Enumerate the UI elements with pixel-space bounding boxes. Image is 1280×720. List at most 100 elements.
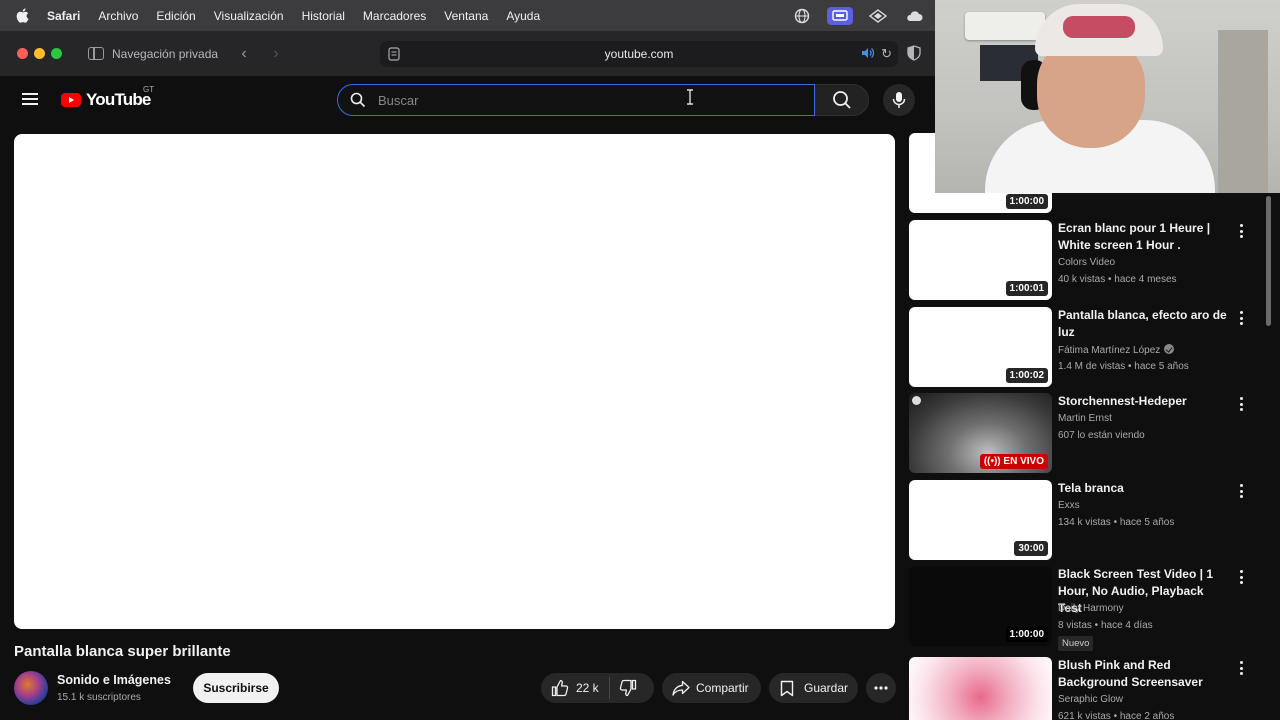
zoom-window-button[interactable]	[51, 48, 62, 59]
recommendation-meta: 40 k vistas • hace 4 meses	[1058, 274, 1177, 285]
more-options-icon[interactable]	[1240, 397, 1244, 411]
safari-toolbar: Navegación privada ‹ › youtube.com ↻	[0, 31, 935, 77]
subscriber-count: 15.1 k suscriptores	[57, 692, 141, 703]
subscribe-button[interactable]: Suscribirse	[193, 673, 279, 703]
search-input[interactable]	[378, 92, 798, 108]
forward-arrow-icon[interactable]: ›	[270, 45, 282, 63]
globe-icon[interactable]	[791, 7, 813, 25]
channel-name[interactable]: Sonido e Imágenes	[57, 673, 171, 687]
screen-mirror-icon[interactable]	[827, 6, 853, 25]
minimize-window-button[interactable]	[34, 48, 45, 59]
text-cursor-icon	[685, 89, 695, 105]
privacy-shield-icon[interactable]	[907, 45, 921, 66]
recommendation-thumbnail[interactable]: 1:00:00	[909, 566, 1052, 646]
video-duration: 1:00:00	[1005, 194, 1048, 209]
like-dislike-group: 22 k	[541, 673, 654, 703]
webcam-overlay	[935, 0, 1280, 193]
recommendation-meta: 8 vistas • hace 4 días	[1058, 620, 1153, 631]
recommendation-title[interactable]: Ecran blanc pour 1 Heure | White screen …	[1058, 220, 1230, 254]
apple-icon[interactable]	[16, 8, 30, 24]
recommendation-title[interactable]: Tela branca	[1058, 480, 1230, 497]
recommendation-thumbnail[interactable]	[909, 657, 1052, 720]
recommendation-thumbnail[interactable]: ((•)) EN VIVO	[909, 393, 1052, 473]
more-options-icon[interactable]	[1240, 661, 1244, 675]
recommendation-thumbnail[interactable]: 30:00	[909, 480, 1052, 560]
video-duration: 1:00:01	[1005, 281, 1048, 296]
camera-overlay-icon	[912, 396, 921, 405]
more-options-icon[interactable]	[1240, 484, 1244, 498]
country-code: GT	[143, 85, 155, 94]
page-menu-icon[interactable]	[388, 47, 400, 61]
screen: Safari Archivo Edición Visualización His…	[0, 0, 1280, 720]
share-icon	[672, 680, 690, 696]
menu-visualizacion[interactable]: Visualización	[214, 9, 284, 23]
like-count: 22 k	[576, 681, 599, 695]
cloud-icon[interactable]	[903, 7, 925, 25]
save-button[interactable]: Guardar	[769, 673, 858, 703]
verified-check-icon	[1164, 344, 1175, 354]
recommendation-channel[interactable]: Daily Harmony	[1058, 603, 1124, 614]
recommendation-item[interactable]: 30:00 Tela branca Exxs 134 k vistas • ha…	[909, 480, 1249, 560]
window-controls	[17, 48, 68, 59]
youtube-logo[interactable]: YouTube GT	[61, 85, 154, 110]
private-browsing-label: Navegación privada	[112, 46, 219, 61]
recommendation-meta: 134 k vistas • hace 5 años	[1058, 517, 1175, 528]
youtube-play-icon	[61, 93, 81, 107]
recommendation-item[interactable]: 1:00:00 Black Screen Test Video | 1 Hour…	[909, 566, 1249, 651]
address-bar[interactable]: youtube.com ↻	[380, 41, 898, 67]
live-label: EN VIVO	[1003, 456, 1044, 467]
recommendation-channel[interactable]: Martin Ernst	[1058, 413, 1112, 424]
recommendation-channel[interactable]: Exxs	[1058, 500, 1080, 511]
video-player[interactable]	[14, 134, 895, 629]
recommendation-thumbnail[interactable]: 1:00:02	[909, 307, 1052, 387]
recommendation-item[interactable]: ((•)) EN VIVO Storchennest-Hedeper Marti…	[909, 393, 1249, 473]
recommendation-channel[interactable]: Fátima Martínez López	[1058, 344, 1175, 356]
scrollbar-thumb[interactable]	[1266, 196, 1271, 326]
more-options-icon[interactable]	[1240, 570, 1244, 584]
vpn-icon[interactable]	[867, 7, 889, 25]
more-options-icon[interactable]	[1240, 311, 1244, 325]
recommendation-title[interactable]: Pantalla blanca, efecto aro de luz	[1058, 307, 1230, 341]
recommendation-title[interactable]: Storchennest-Hedeper	[1058, 393, 1230, 410]
microphone-icon	[892, 92, 906, 108]
recommendation-item[interactable]: Blush Pink and Red Background Screensave…	[909, 657, 1249, 720]
channel-avatar[interactable]	[14, 671, 48, 705]
cap-logo	[1063, 16, 1135, 38]
recommendation-item[interactable]: 1:00:02 Pantalla blanca, efecto aro de l…	[909, 307, 1249, 387]
sidebar-toggle-icon[interactable]	[88, 47, 104, 60]
reload-icon[interactable]: ↻	[881, 46, 892, 62]
youtube-header: YouTube GT	[0, 77, 935, 123]
dislike-button[interactable]	[610, 673, 637, 703]
recommendation-meta: 621 k vistas • hace 2 años	[1058, 711, 1175, 720]
recommendation-channel[interactable]: Seraphic Glow	[1058, 694, 1123, 705]
menu-safari[interactable]: Safari	[47, 9, 80, 23]
search-box[interactable]	[337, 84, 815, 116]
thumbs-down-icon	[619, 679, 636, 697]
recommendation-channel[interactable]: Colors Video	[1058, 257, 1115, 268]
background-furniture	[1218, 30, 1268, 193]
video-duration: 30:00	[1014, 541, 1048, 556]
youtube-logo-text: YouTube	[86, 90, 151, 109]
back-arrow-icon[interactable]: ‹	[238, 45, 250, 63]
more-actions-button[interactable]	[866, 673, 896, 703]
recommendation-item[interactable]: 1:00:01 Ecran blanc pour 1 Heure | White…	[909, 220, 1249, 300]
menu-historial[interactable]: Historial	[302, 9, 345, 23]
menu-edicion[interactable]: Edición	[156, 9, 195, 23]
audio-playing-icon[interactable]	[861, 47, 875, 62]
menu-archivo[interactable]: Archivo	[98, 9, 138, 23]
voice-search-button[interactable]	[883, 84, 915, 116]
bookmark-icon	[780, 680, 794, 696]
recommendation-title[interactable]: Blush Pink and Red Background Screensave…	[1058, 657, 1230, 691]
url-text[interactable]: youtube.com	[605, 47, 674, 61]
menu-ventana[interactable]: Ventana	[444, 9, 488, 23]
menu-hamburger-icon[interactable]	[22, 93, 38, 106]
search-button[interactable]	[815, 84, 869, 116]
recommendation-thumbnail[interactable]: 1:00:01	[909, 220, 1052, 300]
more-options-icon[interactable]	[1240, 224, 1244, 238]
like-button[interactable]: 22 k	[541, 673, 599, 703]
menu-marcadores[interactable]: Marcadores	[363, 9, 426, 23]
share-button[interactable]: Compartir	[662, 673, 761, 703]
menu-ayuda[interactable]: Ayuda	[506, 9, 540, 23]
save-label: Guardar	[804, 681, 849, 695]
close-window-button[interactable]	[17, 48, 28, 59]
